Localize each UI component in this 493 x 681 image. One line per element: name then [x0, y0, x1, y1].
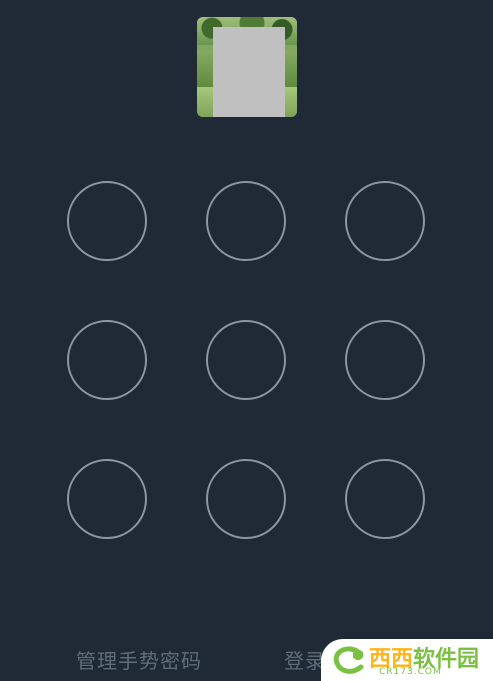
watermark-logo-icon — [333, 646, 364, 674]
gesture-pattern-grid[interactable] — [0, 0, 493, 681]
watermark-brand-sub: CR173.COM — [379, 667, 442, 677]
pattern-node-5[interactable] — [206, 320, 286, 400]
pattern-node-3[interactable] — [345, 181, 425, 261]
manage-gesture-password-link[interactable]: 管理手势密码 — [76, 645, 202, 674]
pattern-node-2[interactable] — [206, 181, 286, 261]
pattern-node-7[interactable] — [67, 459, 147, 539]
pattern-node-1[interactable] — [67, 181, 147, 261]
pattern-node-8[interactable] — [206, 459, 286, 539]
pattern-node-9[interactable] — [345, 459, 425, 539]
watermark-badge: 西西软件园 CR173.COM — [321, 639, 493, 681]
pattern-node-6[interactable] — [345, 320, 425, 400]
pattern-node-4[interactable] — [67, 320, 147, 400]
login-link[interactable]: 登录 — [284, 645, 326, 674]
